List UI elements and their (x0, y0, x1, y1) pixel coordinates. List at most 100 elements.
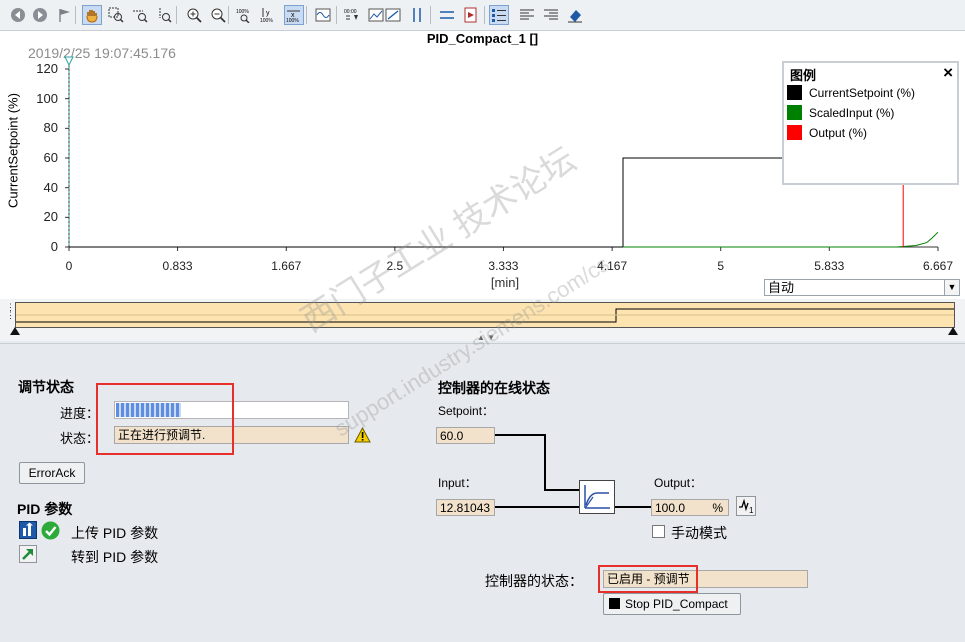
x-tick-label: 4.167 (597, 259, 628, 273)
toolbar-separator (75, 6, 76, 24)
eraser-icon[interactable] (565, 5, 585, 25)
svg-text:y: y (266, 10, 270, 17)
waveform-icon[interactable] (313, 5, 333, 25)
toolbar-separator (176, 6, 177, 24)
zoom-rect-icon[interactable] (106, 5, 126, 25)
legend-list-icon[interactable] (489, 5, 509, 25)
upload-pid-label[interactable]: 上传 PID 参数 (71, 523, 158, 543)
manual-mode-label: 手动模式 (671, 525, 727, 541)
wire-setpoint (495, 434, 546, 436)
manual-output-icon[interactable]: 1 (736, 496, 756, 516)
back-icon[interactable] (8, 5, 28, 25)
y-tick-label: 100 (36, 90, 58, 106)
zoom-100-icon[interactable]: 100% (234, 5, 254, 25)
y-tick-label: 20 (43, 209, 58, 225)
y-tick-label: 40 (43, 179, 58, 195)
x-tick-label: 5.833 (814, 259, 845, 273)
legend-item-label: CurrentSetpoint (%) (809, 85, 916, 100)
toolbar-separator (228, 6, 229, 24)
x-axis-unit: [min] (490, 275, 520, 290)
legend-item-label: Output (%) (809, 125, 868, 140)
x-tick-label: 5 (717, 259, 725, 273)
online-status-title: 控制器的在线状态 (438, 380, 550, 396)
wire-setpoint-vertical (544, 434, 546, 491)
error-ack-button[interactable]: ErrorAck (19, 462, 85, 484)
horizontal-cursors-icon[interactable] (437, 5, 457, 25)
zoom-in-icon[interactable] (184, 5, 204, 25)
input-label: Input： (438, 476, 477, 490)
setpoint-field[interactable]: 60.0 (436, 427, 495, 444)
zoom-x-icon[interactable] (130, 5, 150, 25)
x-tick-label: 0.833 (162, 259, 193, 273)
overview-trace (16, 308, 954, 323)
legend-item[interactable]: Output (%) (787, 124, 867, 141)
time-cursor-marker-icon (64, 56, 74, 67)
legend-close-button[interactable]: × (943, 63, 953, 83)
time-mode-value: 自动 (768, 280, 795, 295)
x-tick-label: 0 (65, 259, 73, 273)
svg-text:00:00: 00:00 (344, 9, 357, 15)
legend-title: 图例 (790, 68, 817, 83)
svg-text:100%: 100% (236, 9, 249, 15)
flag-icon[interactable] (55, 5, 75, 25)
overview-end-marker-icon[interactable] (948, 327, 958, 335)
splitter-grip-icon[interactable]: ▲ ▼ (456, 334, 516, 342)
input-field: 12.81043 (436, 499, 495, 516)
highlight-box-controller-state (598, 565, 698, 593)
svg-text:100%: 100% (286, 18, 299, 23)
tuning-panel: 调节状态 进度： 状态： 正在进行预调节. ErrorAck PID 参数 上传… (0, 343, 965, 642)
y-100-icon[interactable]: y 100% (258, 5, 278, 25)
chevron-down-icon[interactable]: ▼ (944, 280, 959, 295)
legend-item[interactable]: CurrentSetpoint (%) (787, 84, 915, 101)
status-label: 状态： (60, 431, 100, 446)
overview-strip[interactable]: ⋮ ⋮ ▲ ▼ (0, 299, 965, 342)
vertical-cursors-icon[interactable] (407, 5, 427, 25)
insert-value-icon[interactable]: 00:00 (342, 5, 362, 25)
x-100-icon[interactable]: x 100% (284, 5, 304, 25)
y-tick-label: 120 (36, 61, 58, 76)
x-tick-label: 1.667 (271, 259, 302, 273)
goto-pid-icon[interactable] (19, 545, 37, 563)
legend-item[interactable]: ScaledInput (%) (787, 104, 894, 121)
wire-setpoint-in (544, 489, 580, 491)
wire-input (495, 506, 580, 508)
align-left-icon[interactable] (517, 5, 537, 25)
overview-start-marker-icon[interactable] (10, 327, 20, 335)
output-field[interactable]: 100.0 % (651, 499, 729, 516)
zoom-out-icon[interactable] (208, 5, 228, 25)
legend-item-label: ScaledInput (%) (809, 105, 895, 120)
stop-pid-button[interactable]: Stop PID_Compact (603, 593, 741, 615)
wire-output (615, 506, 651, 508)
legend-swatch (787, 85, 802, 100)
time-mode-select[interactable]: 自动 ▼ (764, 279, 960, 296)
manual-mode-checkbox[interactable] (652, 525, 665, 538)
stop-icon (609, 598, 620, 609)
export-icon[interactable] (461, 5, 481, 25)
svg-text:100%: 100% (260, 18, 273, 23)
controller-state-label: 控制器的状态： (485, 573, 583, 589)
warning-icon (354, 426, 371, 446)
toolbar-separator (430, 6, 431, 24)
diagonal-icon[interactable] (383, 5, 403, 25)
y-tick-label: 60 (43, 150, 58, 165)
overview-left-handle-icon[interactable]: ⋮ ⋮ (6, 303, 15, 327)
goto-pid-label[interactable]: 转到 PID 参数 (71, 547, 158, 567)
output-label: Output： (654, 476, 703, 490)
pan-hand-icon[interactable] (82, 5, 102, 25)
zoom-y-icon[interactable] (154, 5, 174, 25)
legend-swatch (787, 125, 802, 140)
setpoint-label: Setpoint： (438, 404, 495, 418)
y-tick-label: 80 (43, 120, 58, 136)
upload-pid-icon[interactable] (19, 521, 37, 539)
overview-range-bar[interactable] (15, 302, 955, 328)
x-tick-label: 6.667 (922, 259, 954, 273)
stop-pid-label: Stop PID_Compact (625, 597, 728, 611)
legend-panel: 图例 × CurrentSetpoint (%) ScaledInput (%) O… (782, 61, 959, 185)
forward-icon[interactable] (30, 5, 50, 25)
toolbar: 100% y 100% x 100% 00:00 (0, 0, 965, 31)
pid-params-title: PID 参数 (17, 501, 73, 517)
align-right-icon[interactable] (541, 5, 561, 25)
x-tick-label: 3.333 (488, 259, 519, 273)
divider (0, 343, 965, 344)
highlight-box-tuning (96, 383, 234, 455)
